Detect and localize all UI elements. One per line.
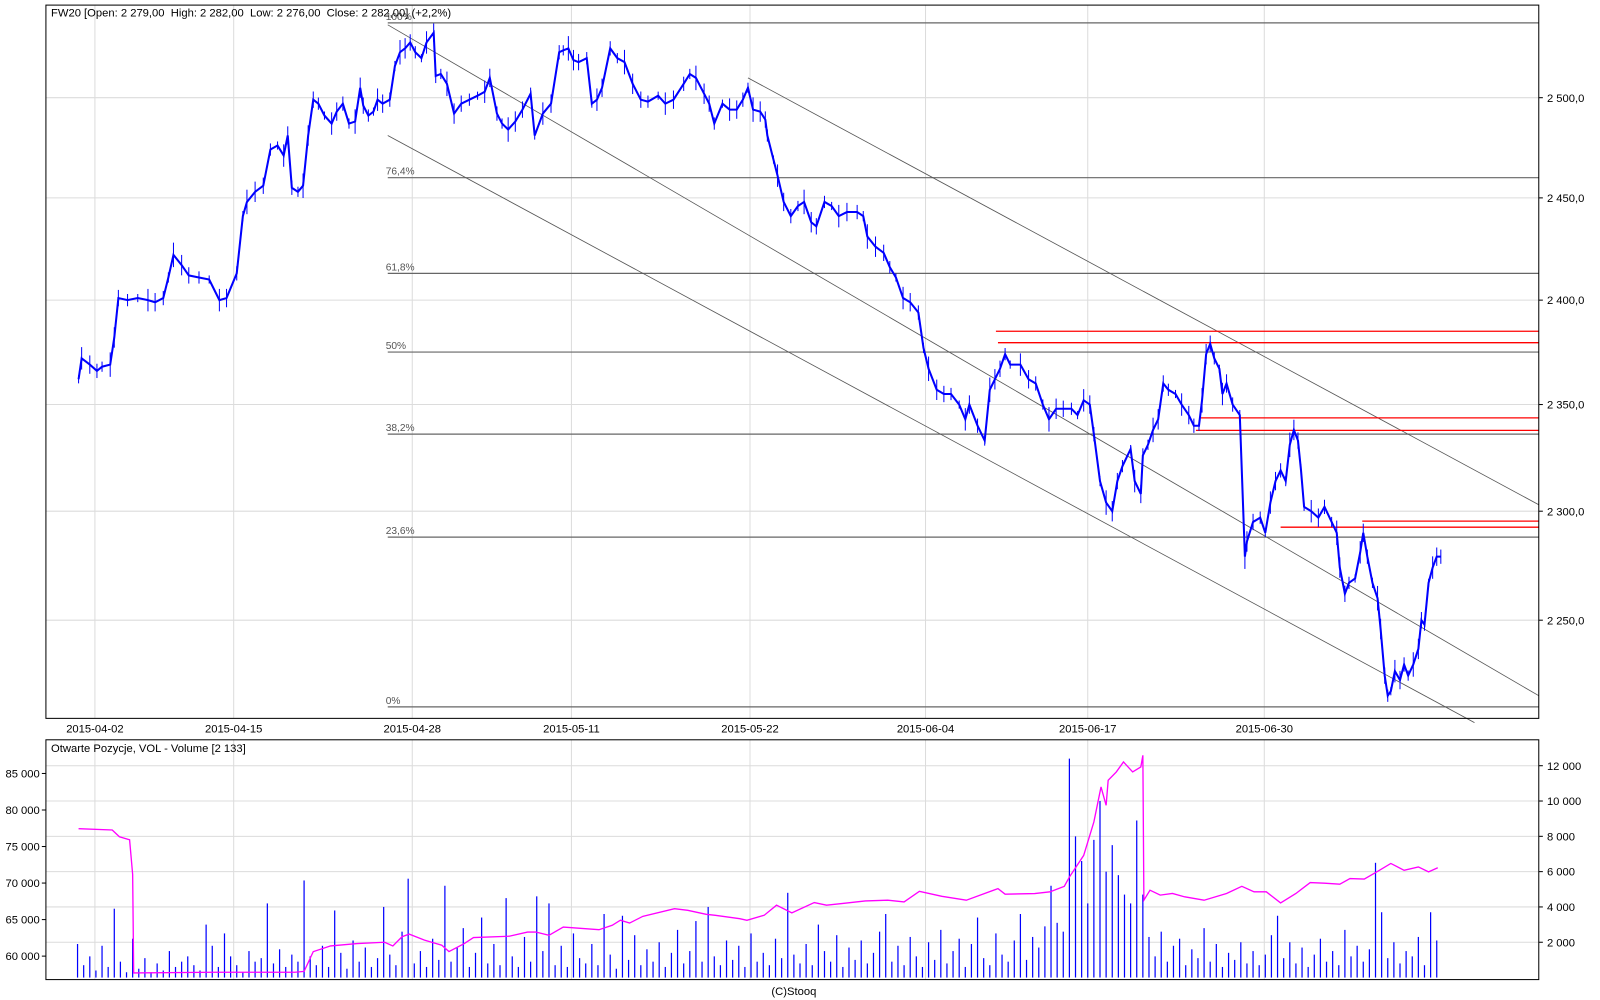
y-tick-label: 2 500,0: [1547, 93, 1584, 105]
y-tick-label: 2 350,0: [1547, 400, 1584, 412]
price-chart-title: FW20 [Open: 2 279,00 High: 2 282,00 Low:…: [51, 7, 451, 19]
fibonacci-label: 23,6%: [386, 526, 415, 537]
copyright-footer: (C)Stooq: [771, 986, 816, 998]
oi-tick-label: 60 000: [5, 951, 39, 963]
y-tick-label: 2 400,0: [1547, 295, 1584, 307]
fibonacci-label: 38,2%: [386, 423, 415, 434]
x-tick-label: 2015-04-28: [384, 724, 441, 736]
volume-grid: [45, 739, 1539, 980]
x-tick-label: 2015-05-11: [543, 724, 600, 736]
fibonacci-label: 50%: [386, 341, 406, 352]
y-tick-label: 2 300,0: [1547, 506, 1584, 518]
fibonacci-label: 61,8%: [386, 262, 415, 273]
volume-tick-label: 2 000: [1547, 937, 1575, 949]
price-series: [77, 23, 1442, 702]
x-tick-label: 2015-06-17: [1059, 724, 1116, 736]
price-grid: [45, 5, 1539, 719]
oi-tick-label: 70 000: [5, 878, 39, 890]
price-panel-frame: [45, 4, 1540, 719]
volume-tick-label: 6 000: [1547, 867, 1575, 879]
volume-series: [76, 755, 1439, 978]
fibonacci-label: 0%: [386, 696, 401, 707]
x-tick-label: 2015-04-02: [66, 724, 123, 736]
x-tick-label: 2015-04-15: [205, 724, 262, 736]
y-tick-label: 2 250,0: [1547, 615, 1584, 627]
oi-tick-label: 75 000: [5, 842, 39, 854]
fibonacci-label: 76,4%: [386, 167, 415, 178]
volume-tick-label: 12 000: [1547, 761, 1581, 773]
price-overlays: 100%76,4%61,8%50%38,2%23,6%0%: [386, 12, 1539, 723]
stock-chart: 100%76,4%61,8%50%38,2%23,6%0% 2015-04-02…: [5, 4, 1584, 998]
volume-panel-frame: [45, 739, 1540, 981]
trendline-channel-lower: [387, 135, 1475, 723]
trendline-channel-middle: [387, 24, 1539, 697]
volume-tick-label: 4 000: [1547, 902, 1575, 914]
oi-tick-label: 65 000: [5, 915, 39, 927]
price-line: [77, 29, 1441, 699]
oi-tick-label: 85 000: [5, 769, 39, 781]
trendline-channel-upper: [747, 77, 1539, 506]
x-tick-label: 2015-06-04: [897, 724, 954, 736]
volume-chart-title: Otwarte Pozycje, VOL - Volume [2 133]: [51, 743, 246, 755]
oi-tick-label: 80 000: [5, 805, 39, 817]
x-tick-label: 2015-05-22: [721, 724, 778, 736]
open-interest-line: [78, 755, 1439, 974]
volume-tick-label: 8 000: [1547, 831, 1575, 843]
x-tick-label: 2015-06-30: [1236, 724, 1293, 736]
volume-tick-label: 10 000: [1547, 796, 1581, 808]
y-tick-label: 2 450,0: [1547, 193, 1584, 205]
